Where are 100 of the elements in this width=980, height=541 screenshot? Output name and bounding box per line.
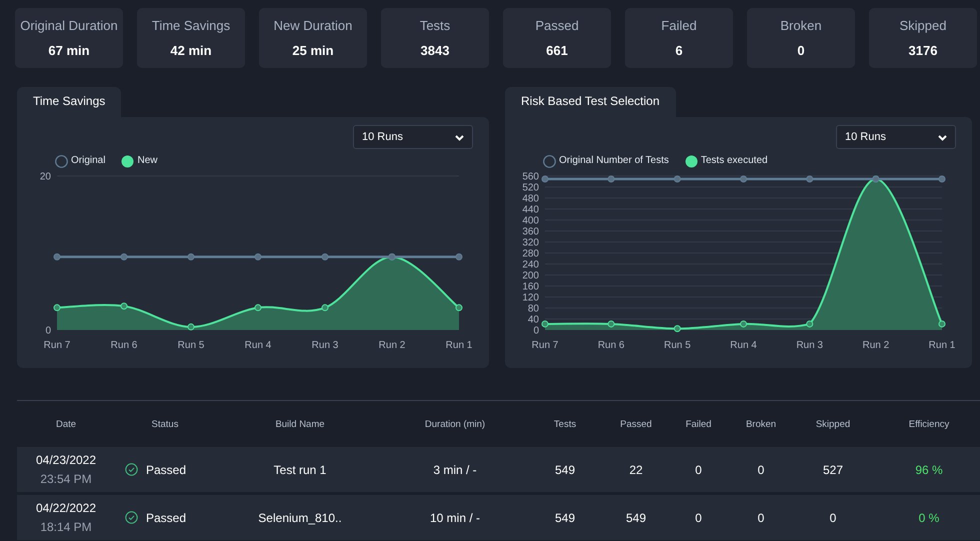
stat-label: Skipped <box>900 18 946 33</box>
x-tick-label: Run 3 <box>796 340 823 351</box>
column-header: Failed <box>684 418 712 430</box>
stat-label: Passed <box>535 18 579 33</box>
stat-label: New Duration <box>274 18 352 33</box>
stat-value: 25 min <box>292 43 334 58</box>
legend-item[interactable]: New <box>121 153 158 168</box>
legend-item[interactable]: Original <box>55 153 106 168</box>
table-row[interactable]: 04/23/2022 23:54 PM Passed Test run 1 3 min / - 549 22 0 0 527 96 % <box>17 447 980 492</box>
point <box>54 253 60 260</box>
y-tick-label: 0 <box>533 326 539 336</box>
point <box>120 253 128 260</box>
column-header: Status <box>150 418 180 430</box>
x-tick-label: Run 5 <box>664 340 691 351</box>
chevron-down-icon <box>455 135 464 141</box>
x-tick-label: Run 1 <box>446 340 472 351</box>
x-tick-label: Run 2 <box>378 340 406 351</box>
x-tick-label: Run 5 <box>178 340 204 351</box>
x-tick-label: Run 1 <box>928 340 956 351</box>
stat-value: 6 <box>675 43 683 58</box>
table-cell: 549 <box>554 462 576 476</box>
x-tick-label: Run 4 <box>730 340 757 351</box>
x-tick-label: Run 4 <box>244 340 272 351</box>
build-name: Test run 1 <box>274 462 326 476</box>
duration-cell: 3 min / - <box>433 462 477 476</box>
y-tick-label: 20 <box>40 172 51 182</box>
x-tick-label: Run 3 <box>312 340 338 351</box>
y-tick-label: 360 <box>522 226 539 238</box>
legend-item[interactable]: Tests executed <box>684 153 768 168</box>
build-name: Selenium_810.. <box>258 510 342 524</box>
efficiency-cell: 96 % <box>915 462 943 476</box>
y-tick-label: 480 <box>522 194 539 204</box>
point <box>188 323 194 330</box>
stat-value: 67 min <box>48 43 90 58</box>
panel-tab[interactable]: Risk Based Test Selection <box>505 87 676 117</box>
x-tick-label: Run 6 <box>598 340 624 351</box>
table-cell: 0 <box>830 510 836 524</box>
column-header: Date <box>54 418 78 430</box>
table-cell: 0 <box>758 510 764 524</box>
table-cell: 549 <box>554 510 576 524</box>
status-text: Passed <box>146 462 186 476</box>
efficiency-cell: 0 % <box>918 510 940 524</box>
stat-value: 3176 <box>908 43 938 58</box>
point <box>322 304 328 312</box>
panel-tab[interactable]: Time Savings <box>17 87 122 117</box>
point <box>188 253 194 260</box>
point <box>254 253 262 260</box>
column-header: Efficiency <box>908 418 950 430</box>
runs-dropdown[interactable]: 10 Runs <box>353 125 473 149</box>
y-tick-label: 40 <box>528 314 539 326</box>
y-tick-label: 240 <box>522 260 539 270</box>
y-tick-label: 560 <box>522 172 539 182</box>
legend-item[interactable]: Original Number of Tests <box>543 153 669 168</box>
column-header: Build Name <box>274 418 326 430</box>
x-tick-label: Run 2 <box>862 340 890 351</box>
duration-cell: 10 min / - <box>430 510 480 524</box>
point <box>254 304 262 312</box>
table-cell: 0 <box>695 510 702 524</box>
stat-label: Failed <box>661 18 697 33</box>
stat-label: Time Savings <box>152 18 230 33</box>
x-tick-label: Run 7 <box>44 340 70 351</box>
stat-label: Broken <box>780 18 822 33</box>
y-tick-label: 320 <box>522 238 539 248</box>
stat-value: 661 <box>546 43 568 58</box>
table-cell: 0 <box>695 462 702 476</box>
point <box>456 253 462 260</box>
check-circle-icon <box>125 511 138 524</box>
y-tick-label: 400 <box>522 216 539 226</box>
stat-value: 42 min <box>170 43 212 58</box>
table-cell: 549 <box>626 510 646 524</box>
y-tick-label: 160 <box>522 282 539 292</box>
stat-label: Tests <box>420 18 450 33</box>
status-text: Passed <box>146 510 186 524</box>
table-cell: 0 <box>758 462 764 476</box>
y-tick-label: 120 <box>522 292 539 304</box>
point <box>456 304 462 312</box>
column-header: Broken <box>744 418 778 430</box>
y-tick-label: 520 <box>522 182 539 194</box>
column-header: Passed <box>619 418 653 430</box>
time-text: 23:54 PM <box>40 472 92 486</box>
column-header: Tests <box>552 418 578 430</box>
point <box>322 253 328 260</box>
stat-value: 3843 <box>420 43 450 58</box>
check-circle-icon <box>125 463 138 476</box>
y-tick-label: 200 <box>522 270 539 282</box>
column-header: Duration (min) <box>424 418 486 430</box>
y-tick-label: 280 <box>522 248 539 260</box>
time-text: 18:14 PM <box>40 520 92 534</box>
x-tick-label: Run 7 <box>532 340 558 351</box>
y-tick-label: 440 <box>522 204 539 216</box>
column-header: Skipped <box>814 418 852 430</box>
date-text: 04/22/2022 <box>36 501 96 515</box>
stat-label: Original Duration <box>20 18 118 33</box>
runs-dropdown[interactable]: 10 Runs <box>836 125 956 149</box>
point <box>120 302 128 310</box>
y-tick-label: 80 <box>528 304 539 314</box>
x-tick-label: Run 6 <box>110 340 138 351</box>
date-text: 04/23/2022 <box>36 453 96 467</box>
table-row[interactable]: 04/22/2022 18:14 PM Passed Selenium_810.. 10 min / - 549 549 0 0 0 0 % <box>17 495 980 540</box>
point <box>54 304 60 312</box>
